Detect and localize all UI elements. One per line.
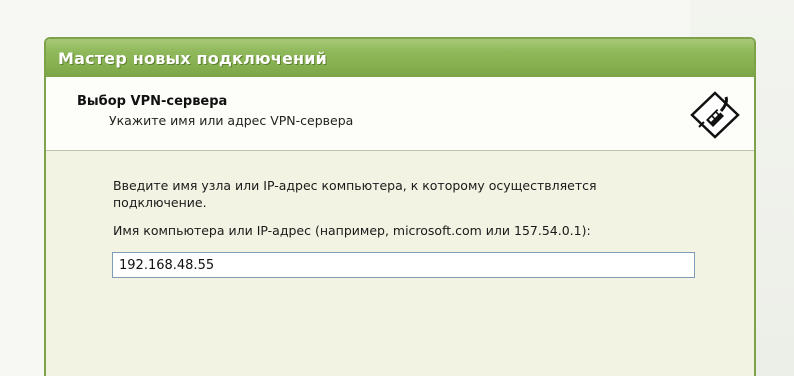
instruction-text: Введите имя узла или IP-адрес компьютера… <box>113 178 597 210</box>
wizard-window: Мастер новых подключений Выбор VPN-серве… <box>44 37 756 376</box>
wizard-header: Выбор VPN-сервера Укажите имя или адрес … <box>46 77 754 151</box>
title-bar[interactable]: Мастер новых подключений <box>46 39 754 77</box>
wizard-content: Введите имя узла или IP-адрес компьютера… <box>46 151 754 376</box>
network-plug-icon <box>690 91 740 139</box>
page-title: Выбор VPN-сервера <box>77 94 228 109</box>
host-address-input[interactable] <box>112 252 695 278</box>
screenshot-page: Мастер новых подключений Выбор VPN-серве… <box>0 0 794 376</box>
host-field-label: Имя компьютера или IP-адрес (например, m… <box>113 223 591 238</box>
page-subtitle: Укажите имя или адрес VPN-сервера <box>109 113 354 128</box>
window-title: Мастер новых подключений <box>58 48 328 68</box>
